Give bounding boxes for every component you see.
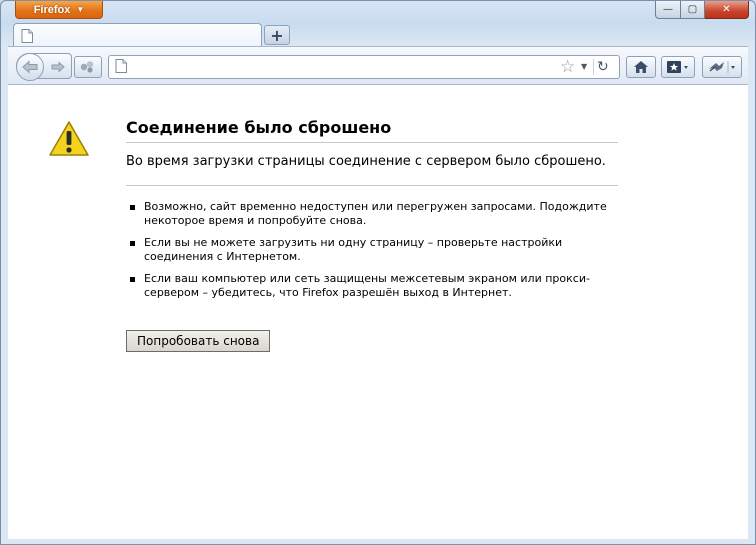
home-button[interactable]	[626, 56, 656, 78]
firefox-menu-button[interactable]: Firefox ▼	[15, 1, 103, 19]
plus-icon: +	[270, 25, 284, 45]
reload-icon[interactable]: ↻	[597, 56, 609, 78]
error-short-description: Во время загрузки страницы соединение с …	[126, 154, 606, 169]
warning-icon	[49, 121, 89, 156]
tab-active[interactable]	[13, 23, 262, 47]
window-controls: — ▢ ✕	[655, 1, 749, 19]
page-icon	[115, 59, 127, 73]
bookmarks-button[interactable]	[661, 56, 695, 78]
minimize-button[interactable]: —	[655, 1, 681, 19]
list-item: Если ваш компьютер или сеть защищены меж…	[126, 272, 618, 300]
minimize-icon: —	[663, 4, 673, 15]
back-arrow-icon	[22, 60, 38, 74]
list-item: Если вы не можете загрузить ни одну стра…	[126, 236, 618, 264]
bookmarks-icon	[667, 61, 688, 73]
home-icon	[634, 61, 648, 73]
identity-button[interactable]	[74, 56, 102, 78]
addon-button[interactable]	[702, 56, 742, 78]
forward-arrow-icon	[51, 61, 65, 73]
url-divider	[593, 59, 594, 75]
list-item: Возможно, сайт временно недоступен или п…	[126, 200, 618, 228]
error-title: Соединение было сброшено	[126, 118, 618, 143]
url-input[interactable]	[133, 58, 553, 76]
maximize-icon: ▢	[687, 4, 698, 15]
page-icon	[21, 29, 33, 43]
error-divider	[126, 185, 618, 186]
browser-window: Firefox ▼ — ▢ ✕ + ☆ ▼ ↻ Соединение было …	[0, 0, 756, 545]
page-content: Соединение было сброшено Во время загруз…	[8, 84, 748, 539]
new-tab-button[interactable]: +	[264, 25, 290, 45]
error-suggestions-list: Возможно, сайт временно недоступен или п…	[126, 200, 618, 308]
addon-icon	[80, 61, 94, 73]
navigation-toolbar: ☆ ▼ ↻	[8, 46, 748, 85]
firefox-menu-label: Firefox	[33, 3, 71, 16]
back-forward-group	[16, 53, 72, 81]
close-button[interactable]: ✕	[705, 1, 749, 19]
close-icon: ✕	[722, 4, 731, 15]
retry-button[interactable]: Попробовать снова	[126, 330, 271, 352]
back-button[interactable]	[16, 53, 44, 81]
maximize-button[interactable]: ▢	[681, 1, 705, 19]
chevron-down-icon[interactable]: ▼	[581, 57, 587, 77]
forward-button[interactable]	[49, 58, 67, 76]
addon-icon	[709, 61, 735, 73]
star-icon[interactable]: ☆	[560, 57, 575, 77]
url-bar[interactable]: ☆ ▼ ↻	[108, 55, 620, 79]
chevron-down-icon: ▼	[76, 5, 85, 14]
